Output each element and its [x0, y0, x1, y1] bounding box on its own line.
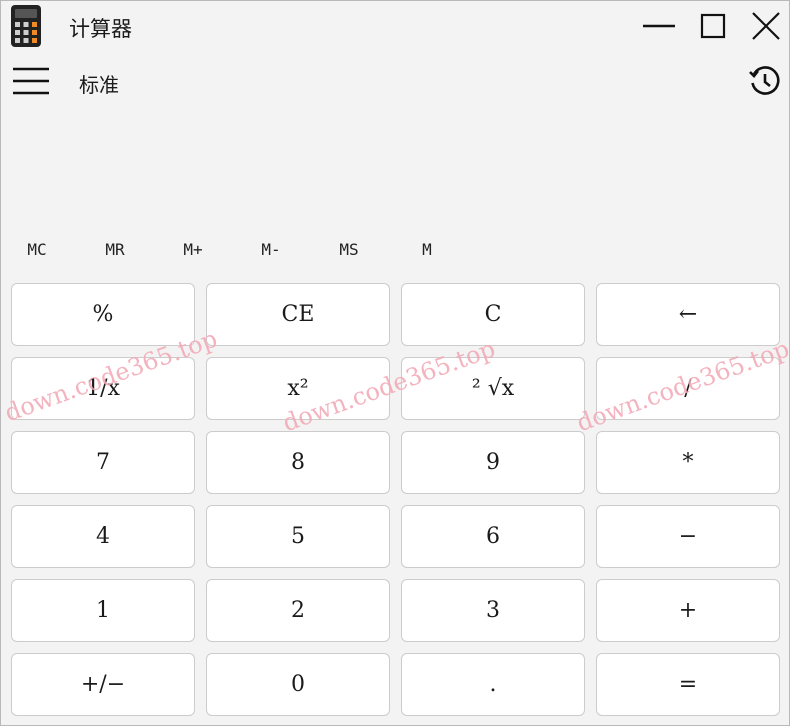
- reciprocal-key[interactable]: 1/x: [11, 357, 195, 420]
- digit-1-key[interactable]: 1: [11, 579, 195, 642]
- calculator-window: 计算器 标准 MC MR M+ M- MS M % CE C ← 1/x x² …: [0, 0, 790, 726]
- digit-4-key[interactable]: 4: [11, 505, 195, 568]
- minimize-icon: [643, 24, 675, 28]
- digit-9-key[interactable]: 9: [401, 431, 585, 494]
- memory-list-button[interactable]: M: [399, 233, 455, 265]
- maximize-icon: [700, 13, 726, 39]
- memory-subtract-button[interactable]: M-: [243, 233, 299, 265]
- clear-entry-key[interactable]: CE: [206, 283, 390, 346]
- window-title: 计算器: [69, 17, 132, 41]
- digit-5-key[interactable]: 5: [206, 505, 390, 568]
- calculator-icon: [11, 5, 41, 47]
- square-key[interactable]: x²: [206, 357, 390, 420]
- digit-3-key[interactable]: 3: [401, 579, 585, 642]
- digit-6-key[interactable]: 6: [401, 505, 585, 568]
- clear-key[interactable]: C: [401, 283, 585, 346]
- subtract-key[interactable]: −: [596, 505, 780, 568]
- hamburger-menu-icon: [13, 67, 49, 95]
- digit-0-key[interactable]: 0: [206, 653, 390, 716]
- memory-clear-button[interactable]: MC: [9, 233, 65, 265]
- mode-title: 标准: [79, 73, 119, 97]
- digit-8-key[interactable]: 8: [206, 431, 390, 494]
- navigation-menu-button[interactable]: [9, 63, 53, 99]
- equals-key[interactable]: =: [596, 653, 780, 716]
- title-bar: 计算器: [1, 1, 789, 51]
- add-key[interactable]: +: [596, 579, 780, 642]
- history-button[interactable]: [745, 61, 785, 101]
- memory-store-button[interactable]: MS: [321, 233, 377, 265]
- divide-key[interactable]: /: [596, 357, 780, 420]
- negate-key[interactable]: +/−: [11, 653, 195, 716]
- history-clock-icon: [749, 66, 780, 95]
- backspace-key[interactable]: ←: [596, 283, 780, 346]
- multiply-key[interactable]: *: [596, 431, 780, 494]
- digit-7-key[interactable]: 7: [11, 431, 195, 494]
- square-root-key[interactable]: ² √x: [401, 357, 585, 420]
- close-icon: [752, 12, 780, 40]
- maximize-button[interactable]: [691, 7, 735, 45]
- decimal-key[interactable]: .: [401, 653, 585, 716]
- memory-add-button[interactable]: M+: [165, 233, 221, 265]
- close-button[interactable]: [744, 7, 788, 45]
- memory-recall-button[interactable]: MR: [87, 233, 143, 265]
- percent-key[interactable]: %: [11, 283, 195, 346]
- digit-2-key[interactable]: 2: [206, 579, 390, 642]
- minimize-button[interactable]: [637, 7, 681, 45]
- result-display: [21, 111, 771, 223]
